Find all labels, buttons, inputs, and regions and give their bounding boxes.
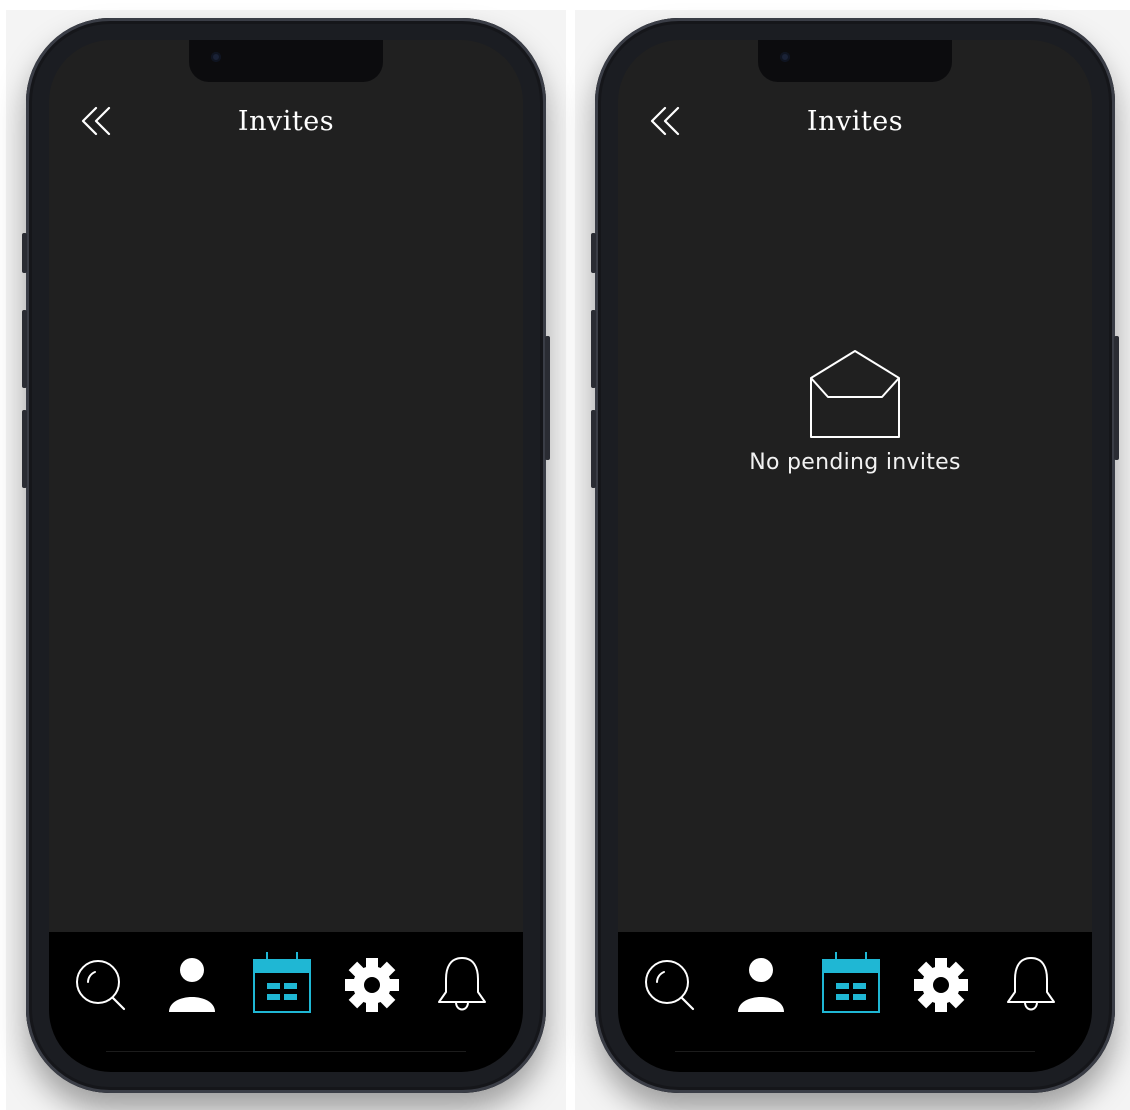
bottom-tab-bar bbox=[618, 932, 1092, 1072]
tab-profile[interactable] bbox=[730, 952, 792, 1018]
tab-search[interactable] bbox=[71, 952, 133, 1018]
home-indicator bbox=[106, 1051, 466, 1052]
app-screen: Invites bbox=[49, 40, 523, 1072]
open-envelope-icon bbox=[810, 350, 900, 438]
notch bbox=[189, 40, 383, 82]
tab-notifications[interactable] bbox=[1000, 952, 1062, 1018]
tab-calendar[interactable] bbox=[820, 952, 882, 1018]
tab-calendar[interactable] bbox=[251, 952, 313, 1018]
volume-up-button bbox=[591, 310, 596, 388]
header: Invites bbox=[618, 100, 1092, 156]
app-screen: Invites No pending invites bbox=[618, 40, 1092, 1072]
calendar-icon bbox=[253, 952, 311, 1013]
mute-switch bbox=[22, 233, 27, 273]
bell-icon bbox=[1007, 957, 1055, 1011]
tab-notifications[interactable] bbox=[431, 952, 493, 1018]
camera-icon bbox=[780, 52, 790, 62]
volume-down-button bbox=[22, 410, 27, 488]
mockup-panel-right: Invites No pending invites bbox=[575, 10, 1130, 1110]
search-icon bbox=[76, 960, 126, 1011]
volume-up-button bbox=[22, 310, 27, 388]
volume-down-button bbox=[591, 410, 596, 488]
tab-settings[interactable] bbox=[910, 952, 972, 1018]
phone-frame: Invites No pending invites bbox=[591, 18, 1119, 1093]
search-icon bbox=[645, 960, 695, 1011]
person-icon bbox=[169, 958, 215, 1012]
bottom-tab-bar bbox=[49, 932, 523, 1072]
empty-state-message: No pending invites bbox=[749, 450, 961, 475]
tab-settings[interactable] bbox=[341, 952, 403, 1018]
page-title: Invites bbox=[237, 106, 335, 137]
camera-icon bbox=[211, 52, 221, 62]
tab-profile[interactable] bbox=[161, 952, 223, 1018]
notch bbox=[758, 40, 952, 82]
mute-switch bbox=[591, 233, 596, 273]
bell-icon bbox=[438, 957, 486, 1011]
mockup-panel-left: Invites bbox=[6, 10, 566, 1110]
tab-search[interactable] bbox=[640, 952, 702, 1018]
calendar-icon bbox=[822, 952, 880, 1013]
power-button bbox=[545, 336, 550, 460]
page-title: Invites bbox=[806, 106, 904, 137]
phone-frame: Invites bbox=[22, 18, 550, 1093]
home-indicator bbox=[675, 1051, 1035, 1052]
person-icon bbox=[738, 958, 784, 1012]
header: Invites bbox=[49, 100, 523, 156]
empty-state: No pending invites bbox=[618, 348, 1092, 475]
gear-icon bbox=[345, 958, 399, 1012]
power-button bbox=[1114, 336, 1119, 460]
gear-icon bbox=[914, 958, 968, 1012]
